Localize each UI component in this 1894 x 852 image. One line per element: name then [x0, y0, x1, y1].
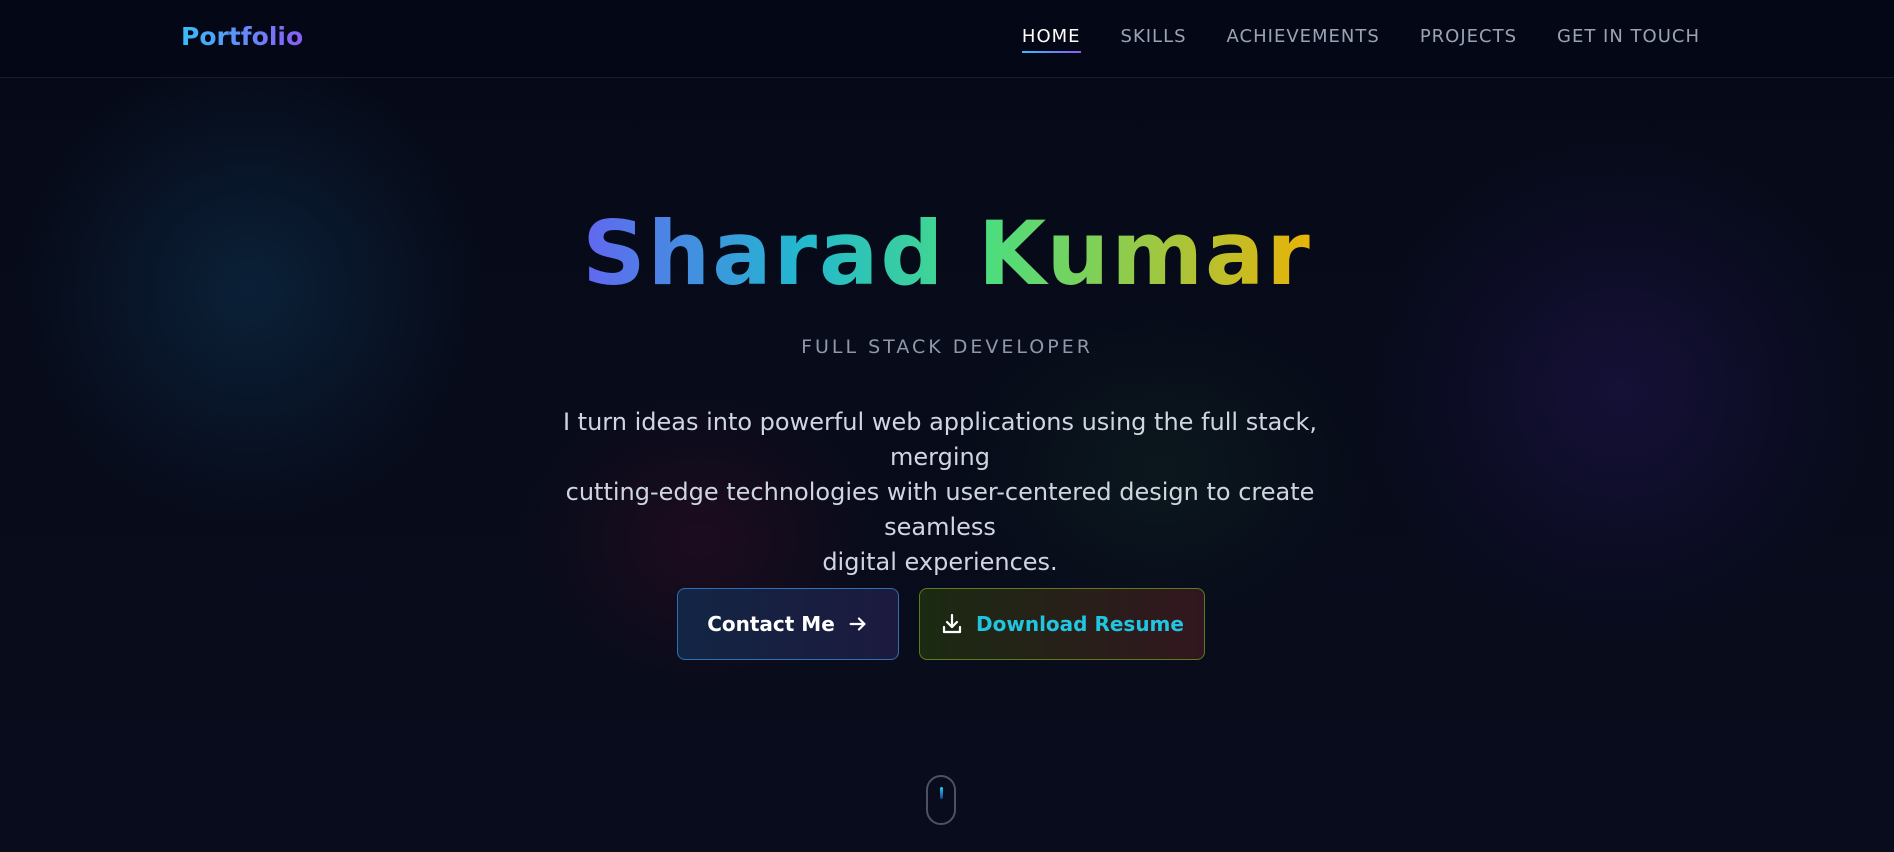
nav-item-projects[interactable]: PROJECTS: [1420, 26, 1517, 47]
scroll-wheel: [940, 787, 943, 799]
contact-me-button[interactable]: Contact Me: [677, 588, 899, 660]
hero-description-line: cutting-edge technologies with user-cent…: [565, 478, 1315, 541]
nav-item-achievements[interactable]: ACHIEVEMENTS: [1227, 26, 1380, 47]
nav-item-get-in-touch[interactable]: GET IN TOUCH: [1557, 26, 1700, 47]
hero-role: FULL STACK DEVELOPER: [801, 336, 1093, 358]
hero-description-line: I turn ideas into powerful web applicati…: [562, 408, 1318, 471]
hero-description-line: digital experiences.: [822, 548, 1058, 576]
download-icon: [940, 612, 964, 636]
mouse-scroll-icon[interactable]: [926, 775, 956, 825]
hero-name-text: Sharad Kumar: [582, 202, 1312, 305]
contact-me-label: Contact Me: [707, 612, 835, 636]
download-resume-button[interactable]: Download Resume: [919, 588, 1205, 660]
hero-description: I turn ideas into powerful web applicati…: [530, 405, 1350, 580]
nav-item-skills[interactable]: SKILLS: [1121, 26, 1187, 47]
hero-name: Sharad Kumar: [0, 196, 1894, 312]
logo[interactable]: Portfolio: [181, 22, 303, 51]
top-navbar: Portfolio HOME SKILLS ACHIEVEMENTS PROJE…: [0, 0, 1894, 78]
arrow-right-icon: [847, 613, 869, 635]
download-resume-label: Download Resume: [976, 612, 1184, 636]
nav-item-home[interactable]: HOME: [1021, 26, 1081, 53]
main-nav: HOME SKILLS ACHIEVEMENTS PROJECTS GET IN…: [1021, 26, 1700, 53]
